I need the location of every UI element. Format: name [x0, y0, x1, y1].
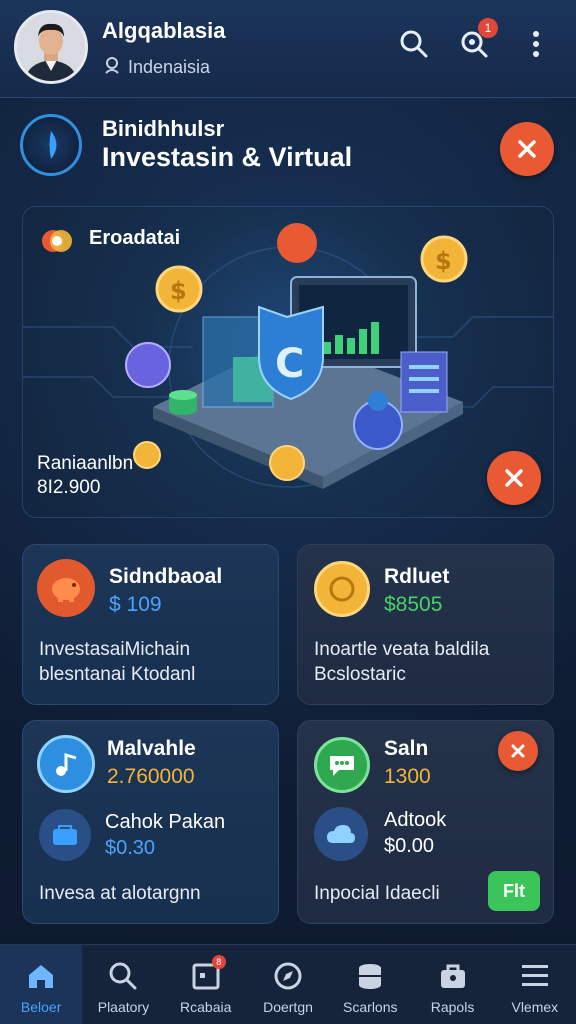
card-amount: $ 109	[109, 593, 162, 616]
close-icon	[518, 140, 536, 158]
location: Indenaisia	[102, 55, 210, 80]
card-description-line2: blesntanai Ktodanl	[39, 664, 196, 685]
nav-item-vlemex[interactable]: Vlemex	[494, 945, 576, 1024]
svg-text:$: $	[435, 247, 452, 275]
banner-title-line1: Binidhhulsr	[102, 116, 225, 141]
card-subtitle: Adtook	[384, 809, 447, 831]
card-title: Rdluet	[384, 565, 450, 588]
header: Algqablasia Indenaisia 1	[0, 0, 576, 98]
card-amount: 2.760000	[107, 765, 195, 788]
nav-item-rapols[interactable]: Rapols	[411, 945, 493, 1024]
card-title: Malvahle	[107, 737, 196, 760]
app-title: Algqablasia	[102, 18, 226, 43]
card-description: InvestasaiMichain blesntanai Ktodanl	[39, 637, 195, 687]
hero-close-button[interactable]	[487, 451, 541, 505]
card-footer: Invesa at alotargnn	[39, 883, 201, 904]
banner-close-button[interactable]	[500, 122, 554, 176]
compass-icon	[270, 959, 306, 993]
nav-label: Rapols	[430, 999, 475, 1015]
nav-label: Rcabaia	[180, 999, 232, 1015]
bottom-nav: Beloer Plaatory 8 Rcabaia Doertgn Scarlo…	[0, 944, 576, 1024]
close-icon	[505, 469, 523, 487]
card-action-button[interactable]: Flt	[488, 871, 540, 911]
hero-value: 8I2.900	[37, 477, 101, 498]
nav-item-doertgn[interactable]: Doertgn	[247, 945, 329, 1024]
card-malvahle[interactable]: Malvahle 2.760000 Cahok Pakan $0.30 Inve…	[22, 720, 279, 924]
card-title: Saln	[384, 737, 429, 760]
cloud-icon	[314, 807, 368, 861]
card-footer: Inpocial Idaecli	[314, 883, 440, 904]
card-rdluet[interactable]: Rdluet $8505 Inoartle veata baldila Bcsl…	[297, 544, 554, 705]
card-description-line2: Bcslostaric	[314, 664, 406, 685]
search-icon	[400, 30, 428, 58]
home-icon	[23, 959, 59, 993]
card-subtitle: Cahok Pakan	[105, 811, 226, 833]
notification-badge: 1	[478, 18, 498, 38]
menu-icon	[517, 959, 553, 993]
more-options-button[interactable]	[518, 26, 554, 62]
search-icon	[105, 959, 141, 993]
search-button[interactable]	[396, 26, 432, 62]
card-close-button[interactable]	[498, 731, 538, 771]
card-amount: $8505	[384, 593, 443, 616]
nav-label: Doertgn	[263, 999, 313, 1015]
location-label: Indenaisia	[128, 57, 211, 77]
nav-label: Beloer	[20, 999, 62, 1015]
piggy-bank-icon	[37, 559, 95, 617]
card-subamount: $0.30	[105, 837, 156, 859]
calendar-icon: 8	[188, 955, 226, 993]
briefcase-icon	[435, 959, 471, 993]
database-icon	[352, 959, 388, 993]
nav-label: Vlemex	[511, 999, 559, 1015]
svg-text:C: C	[275, 341, 304, 387]
location-pin-icon	[102, 55, 122, 80]
chat-icon	[314, 737, 370, 793]
music-icon	[37, 735, 95, 793]
banner-logo	[20, 114, 82, 176]
hero-label: Raniaanlbn	[37, 453, 134, 474]
hero-title: Eroadatai	[89, 227, 181, 249]
card-sidndbaoal[interactable]: Sidndbaoal $ 109 InvestasaiMichain blesn…	[22, 544, 279, 705]
card-description: Inoartle veata baldila Bcslostaric	[314, 637, 489, 687]
nav-item-plaatory[interactable]: Plaatory	[82, 945, 164, 1024]
nav-label: Scarlons	[343, 999, 398, 1015]
nav-badge: 8	[211, 955, 226, 969]
hero-card[interactable]: C $ $ Eroadatai Raniaanlbn 8I2.900	[22, 206, 554, 518]
nav-label: Plaatory	[97, 999, 150, 1015]
card-subamount: $0.00	[384, 835, 435, 857]
notifications-button[interactable]: 1	[456, 18, 498, 62]
card-title: Sidndbaoal	[109, 565, 223, 588]
close-icon	[511, 744, 525, 758]
more-vertical-icon	[533, 31, 539, 57]
avatar[interactable]	[14, 10, 88, 84]
card-description-line1: Inoartle veata baldila	[314, 639, 490, 660]
card-description-line1: InvestasaiMichain	[39, 639, 191, 660]
banner-title-line2: Investasin & Virtual	[102, 142, 353, 172]
wallet-icon	[39, 809, 91, 861]
app: Algqablasia Indenaisia 1 Binidhhulsr Inv…	[0, 0, 576, 1024]
svg-text:$: $	[170, 277, 187, 305]
nav-item-scarlons[interactable]: Scarlons	[329, 945, 411, 1024]
coin-icon	[314, 561, 370, 617]
card-saln[interactable]: Saln 1300 Adtook $0.00 Inpocial Idaecli …	[297, 720, 554, 924]
leaf-logo-icon	[49, 131, 57, 159]
hero-tag-icon	[42, 230, 72, 252]
nav-item-rcabaia[interactable]: 8 Rcabaia	[165, 945, 247, 1024]
nav-item-beloer[interactable]: Beloer	[0, 945, 83, 1024]
card-amount: 1300	[384, 765, 431, 788]
